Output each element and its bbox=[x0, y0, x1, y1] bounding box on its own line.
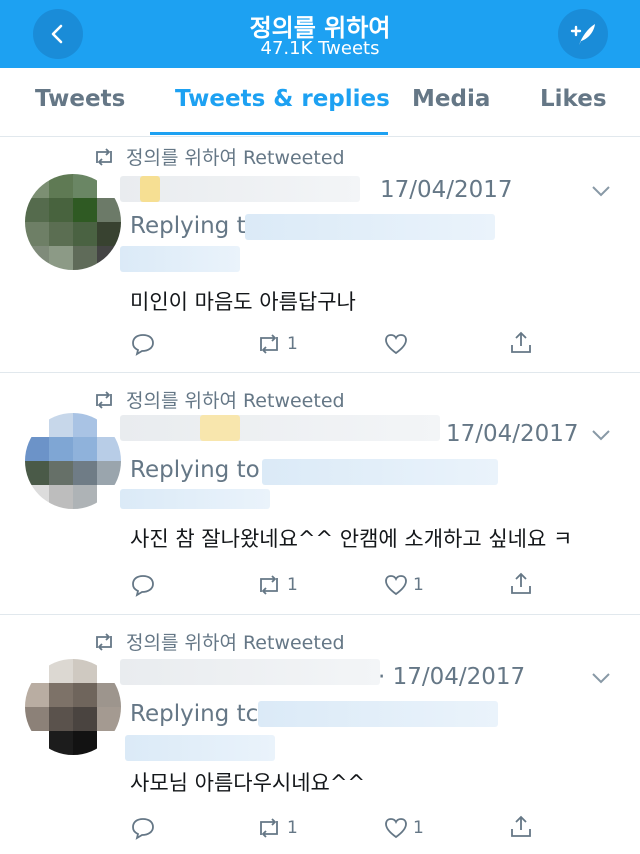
tweet-text: 사모님 아름다우시네요^^ bbox=[130, 771, 366, 795]
tweet-date[interactable]: · 17/04/2017 bbox=[378, 664, 525, 690]
like-button[interactable] bbox=[383, 332, 413, 356]
retweeted-by-label: 정의를 위하여 Retweeted bbox=[126, 147, 345, 169]
retweet-button[interactable]: 1 bbox=[255, 816, 298, 840]
replying-to: Replying tc bbox=[130, 701, 259, 727]
retweet-icon bbox=[96, 390, 112, 409]
avatar[interactable] bbox=[25, 659, 121, 755]
reply-button[interactable] bbox=[130, 332, 156, 356]
blurred-username bbox=[120, 659, 380, 685]
compose-tweet-button[interactable] bbox=[558, 9, 608, 59]
share-button[interactable] bbox=[508, 571, 534, 597]
tweet-text: 사진 참 잘나왔네요^^ 안캠에 소개하고 싶네요 ㅋ bbox=[130, 527, 573, 551]
like-button[interactable]: 1 bbox=[383, 573, 424, 597]
retweet-count: 1 bbox=[287, 818, 298, 838]
heart-icon bbox=[385, 818, 407, 839]
share-icon bbox=[511, 331, 531, 353]
share-button[interactable] bbox=[508, 330, 534, 356]
tweet-text: 미인이 마음도 아름답구나 bbox=[130, 290, 356, 314]
retweet-context: 정의를 위하여 Retweeted bbox=[92, 628, 345, 655]
retweet-icon bbox=[96, 147, 112, 166]
heart-icon bbox=[385, 334, 407, 355]
tweet-item[interactable]: 정의를 위하여 Retweeted · 17/04/2017 Replying … bbox=[0, 615, 640, 854]
retweet-count: 1 bbox=[287, 575, 298, 595]
tab-media[interactable]: Media bbox=[412, 86, 490, 112]
like-count: 1 bbox=[413, 818, 424, 838]
reply-button[interactable] bbox=[130, 816, 156, 840]
reply-icon bbox=[132, 334, 154, 356]
retweeted-by-label: 정의를 위하여 Retweeted bbox=[126, 390, 345, 412]
share-icon bbox=[511, 815, 531, 837]
heart-icon bbox=[385, 575, 407, 596]
tab-likes[interactable]: Likes bbox=[540, 86, 607, 112]
blurred-reply-handle bbox=[245, 214, 495, 240]
retweet-count: 1 bbox=[287, 334, 298, 354]
tweet-date[interactable]: 17/04/2017 bbox=[446, 421, 579, 447]
active-tab-indicator bbox=[150, 132, 388, 135]
retweet-context: 정의를 위하여 Retweeted bbox=[92, 143, 345, 170]
tab-tweets[interactable]: Tweets bbox=[35, 86, 125, 112]
compose-icon bbox=[570, 24, 595, 45]
tab-tweets-and-replies[interactable]: Tweets & replies bbox=[175, 86, 390, 112]
reply-icon bbox=[132, 575, 154, 597]
replying-to: Replying to bbox=[130, 457, 260, 483]
blurred-reply-handle-2 bbox=[125, 735, 275, 761]
retweeted-by-label: 정의를 위하여 Retweeted bbox=[126, 632, 345, 654]
reply-button[interactable] bbox=[130, 573, 156, 597]
reply-icon bbox=[132, 818, 154, 840]
tweet-item[interactable]: 정의를 위하여 Retweeted 17/04/2017 Replying to… bbox=[0, 373, 640, 613]
like-count: 1 bbox=[413, 575, 424, 595]
retweet-icon bbox=[96, 632, 112, 651]
blurred-reply-handle-2 bbox=[120, 489, 270, 509]
retweet-icon bbox=[260, 575, 278, 595]
chevron-down-icon[interactable] bbox=[590, 184, 612, 198]
retweet-icon bbox=[260, 818, 278, 838]
tweet-date[interactable]: 17/04/2017 bbox=[380, 177, 513, 203]
retweet-icon bbox=[260, 334, 278, 354]
blurred-reply-handle bbox=[262, 459, 498, 485]
chevron-down-icon[interactable] bbox=[590, 671, 612, 685]
retweet-context: 정의를 위하여 Retweeted bbox=[92, 386, 345, 413]
replying-to: Replying t bbox=[130, 213, 246, 239]
blurred-emoji bbox=[200, 415, 240, 441]
like-button[interactable]: 1 bbox=[383, 816, 424, 840]
retweet-button[interactable]: 1 bbox=[255, 573, 298, 597]
share-button[interactable] bbox=[508, 814, 534, 840]
avatar[interactable] bbox=[25, 174, 121, 270]
tweet-item[interactable]: 정의를 위하여 Retweeted 17/04/2017 Replying t … bbox=[0, 136, 640, 372]
blurred-username bbox=[120, 415, 440, 441]
avatar[interactable] bbox=[25, 413, 121, 509]
retweet-button[interactable]: 1 bbox=[255, 332, 298, 356]
blurred-emoji bbox=[140, 176, 160, 202]
share-icon bbox=[511, 572, 531, 594]
profile-header: 정의를 위하여 47.1K Tweets bbox=[0, 0, 640, 68]
tweet-count: 47.1K Tweets bbox=[260, 38, 380, 59]
blurred-reply-handle bbox=[258, 701, 498, 727]
chevron-down-icon[interactable] bbox=[590, 428, 612, 442]
profile-tabs: Tweets Tweets & replies Media Likes bbox=[0, 68, 640, 137]
blurred-reply-handle-2 bbox=[120, 246, 240, 272]
